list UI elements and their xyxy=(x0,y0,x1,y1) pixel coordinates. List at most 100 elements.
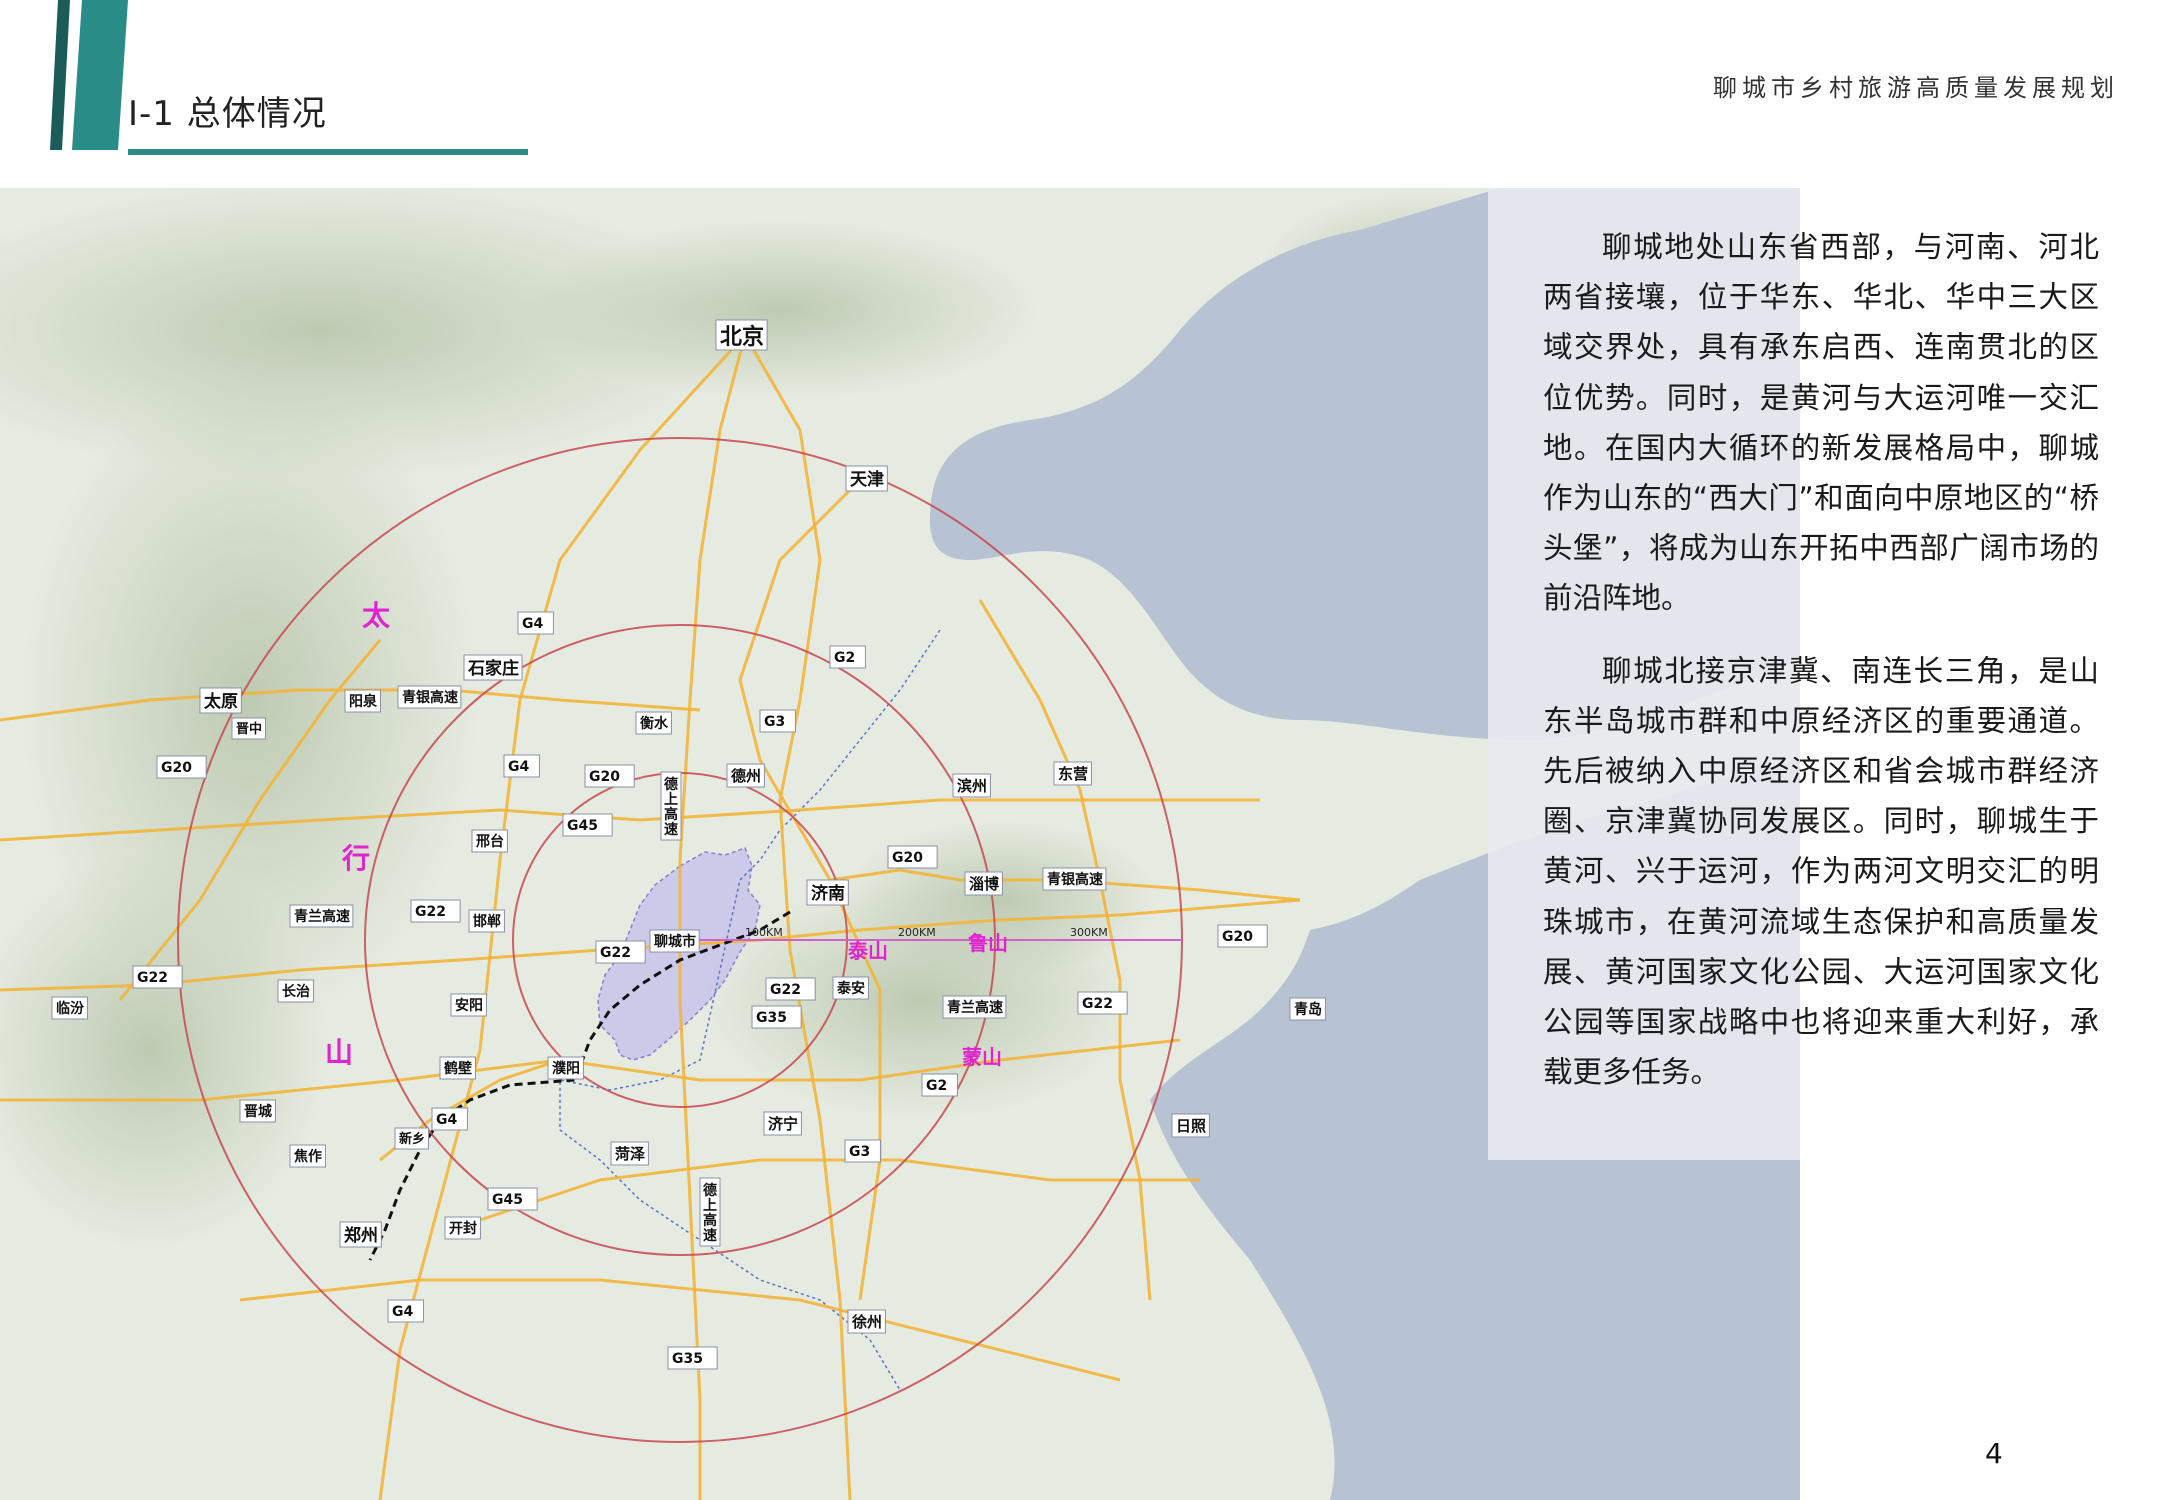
svg-text:濮阳: 濮阳 xyxy=(552,1060,580,1077)
highway-g45: G45 xyxy=(562,813,613,837)
mountain-mengshan: 蒙山 xyxy=(962,1045,1002,1069)
city-hengshui: 衡水 xyxy=(635,711,672,735)
city-rizhao: 日照 xyxy=(1171,1113,1210,1138)
page-number: 4 xyxy=(1985,1437,2003,1470)
highway-g22-center: G22 xyxy=(765,977,816,1001)
svg-text:G45: G45 xyxy=(567,818,598,834)
highway-g3-south: G3 xyxy=(844,1139,881,1163)
svg-text:长治: 长治 xyxy=(282,983,310,1000)
highway-qinglan-east: 青兰高速 xyxy=(942,995,1007,1019)
city-heze: 菏泽 xyxy=(610,1141,649,1166)
document-title: 聊城市乡村旅游高质量发展规划 xyxy=(1713,74,2119,102)
svg-text:天津: 天津 xyxy=(850,469,884,490)
svg-text:日照: 日照 xyxy=(1176,1117,1206,1135)
distance-100km: 100KM xyxy=(745,926,783,939)
mountain-taihang-1: 太 xyxy=(362,599,391,632)
svg-text:G35: G35 xyxy=(672,1351,703,1367)
mountain-taishan: 泰山 xyxy=(847,939,888,963)
highway-g4-xinxiang: G4 xyxy=(431,1107,468,1131)
svg-text:泰安: 泰安 xyxy=(836,980,865,997)
svg-text:新乡: 新乡 xyxy=(399,1131,425,1147)
highway-g4-south: G4 xyxy=(503,754,540,778)
svg-text:G20: G20 xyxy=(1222,929,1253,945)
city-jining: 济宁 xyxy=(763,1111,802,1136)
svg-text:郑州: 郑州 xyxy=(344,1225,378,1246)
body-text: 聊城地处山东省西部，与河南、河北两省接壤，位于华东、华北、华中三大区域交界处，具… xyxy=(1543,222,2099,1119)
svg-text:徐州: 徐州 xyxy=(851,1313,882,1331)
city-taian: 泰安 xyxy=(832,976,869,1000)
highway-g20: G20 xyxy=(156,755,207,779)
svg-text:济南: 济南 xyxy=(811,883,845,904)
svg-text:聊城市: 聊城市 xyxy=(654,933,696,950)
highway-g22-east: G22 xyxy=(1077,991,1128,1015)
accent-bar-thick xyxy=(72,0,128,150)
svg-text:菏泽: 菏泽 xyxy=(615,1145,645,1163)
city-yangquan: 阳泉 xyxy=(344,689,381,713)
highway-deshang-north: 德上高速 xyxy=(660,771,682,841)
section-title: Ⅰ-1 总体情况 xyxy=(128,94,327,134)
svg-text:淄博: 淄博 xyxy=(969,875,999,893)
svg-text:G4: G4 xyxy=(522,616,543,632)
city-beijing: 北京 xyxy=(715,319,768,351)
city-dongying: 东营 xyxy=(1053,761,1092,786)
highway-g2: G2 xyxy=(829,645,866,669)
highway-g20-far-east: G20 xyxy=(1217,924,1268,948)
distance-300km: 300KM xyxy=(1070,926,1108,939)
svg-text:G22: G22 xyxy=(600,945,631,961)
svg-text:上: 上 xyxy=(664,792,678,808)
svg-text:临汾: 临汾 xyxy=(56,1000,84,1017)
svg-text:衡水: 衡水 xyxy=(640,715,669,732)
svg-text:G45: G45 xyxy=(492,1192,523,1208)
city-qingdao: 青岛 xyxy=(1289,997,1326,1021)
svg-text:开封: 开封 xyxy=(449,1220,477,1237)
svg-text:G3: G3 xyxy=(764,714,785,730)
city-liaocheng: 聊城市 xyxy=(649,929,700,953)
svg-text:青银高速: 青银高速 xyxy=(1047,871,1103,888)
svg-text:青银高速: 青银高速 xyxy=(402,689,458,706)
highway-g45-south: G45 xyxy=(487,1187,538,1211)
city-xuzhou: 徐州 xyxy=(847,1309,886,1334)
svg-text:G2: G2 xyxy=(834,650,855,666)
highway-g22: G22 xyxy=(410,899,461,923)
city-xingtai: 邢台 xyxy=(471,829,508,853)
highway-g4-zhengzhou: G4 xyxy=(387,1299,424,1323)
city-linfen: 临汾 xyxy=(51,996,88,1020)
svg-text:太原: 太原 xyxy=(204,691,238,712)
svg-text:阳泉: 阳泉 xyxy=(349,693,378,710)
mountain-lushan: 鲁山 xyxy=(968,931,1008,955)
svg-text:上: 上 xyxy=(703,1198,717,1214)
svg-text:青兰高速: 青兰高速 xyxy=(294,908,350,925)
city-binzhou: 滨州 xyxy=(952,773,991,798)
paragraph-strategy: 聊城北接京津冀、南连长三角，是山东半岛城市群和中原经济区的重要通道。先后被纳入中… xyxy=(1543,653,2099,1090)
svg-text:鹤壁: 鹤壁 xyxy=(444,1060,472,1077)
svg-text:东营: 东营 xyxy=(1058,765,1088,783)
highway-g2-south: G2 xyxy=(921,1073,958,1097)
mountain-taihang-3: 山 xyxy=(325,1036,353,1069)
svg-text:滨州: 滨州 xyxy=(957,777,987,795)
header-accent-bars xyxy=(50,0,128,150)
highway-g35-south: G35 xyxy=(667,1346,718,1370)
svg-text:G4: G4 xyxy=(436,1112,457,1128)
city-jincheng: 晋城 xyxy=(239,1099,276,1123)
city-xinxiang: 新乡 xyxy=(394,1127,429,1150)
svg-text:速: 速 xyxy=(664,821,678,838)
city-jiaozuo: 焦作 xyxy=(289,1144,326,1168)
highway-g22-west: G22 xyxy=(132,965,183,989)
distance-200km: 200KM xyxy=(898,926,936,939)
highway-qinglan: 青兰高速 xyxy=(289,904,354,928)
city-zibo: 淄博 xyxy=(964,871,1003,896)
svg-text:G20: G20 xyxy=(161,760,192,776)
city-shijiazhuang: 石家庄 xyxy=(463,654,523,681)
svg-text:G35: G35 xyxy=(756,1010,787,1026)
highway-g20-mid: G20 xyxy=(584,764,635,788)
svg-text:速: 速 xyxy=(703,1227,717,1244)
title-underline xyxy=(128,149,528,155)
svg-text:安阳: 安阳 xyxy=(455,997,483,1014)
highway-g22-mid: G22 xyxy=(595,940,646,964)
highway-g20-east: G20 xyxy=(887,845,938,869)
svg-text:G4: G4 xyxy=(392,1304,413,1320)
city-puyang: 濮阳 xyxy=(547,1056,584,1080)
svg-text:晋城: 晋城 xyxy=(244,1103,272,1120)
svg-text:德: 德 xyxy=(664,776,678,793)
city-tianjin: 天津 xyxy=(845,465,888,492)
